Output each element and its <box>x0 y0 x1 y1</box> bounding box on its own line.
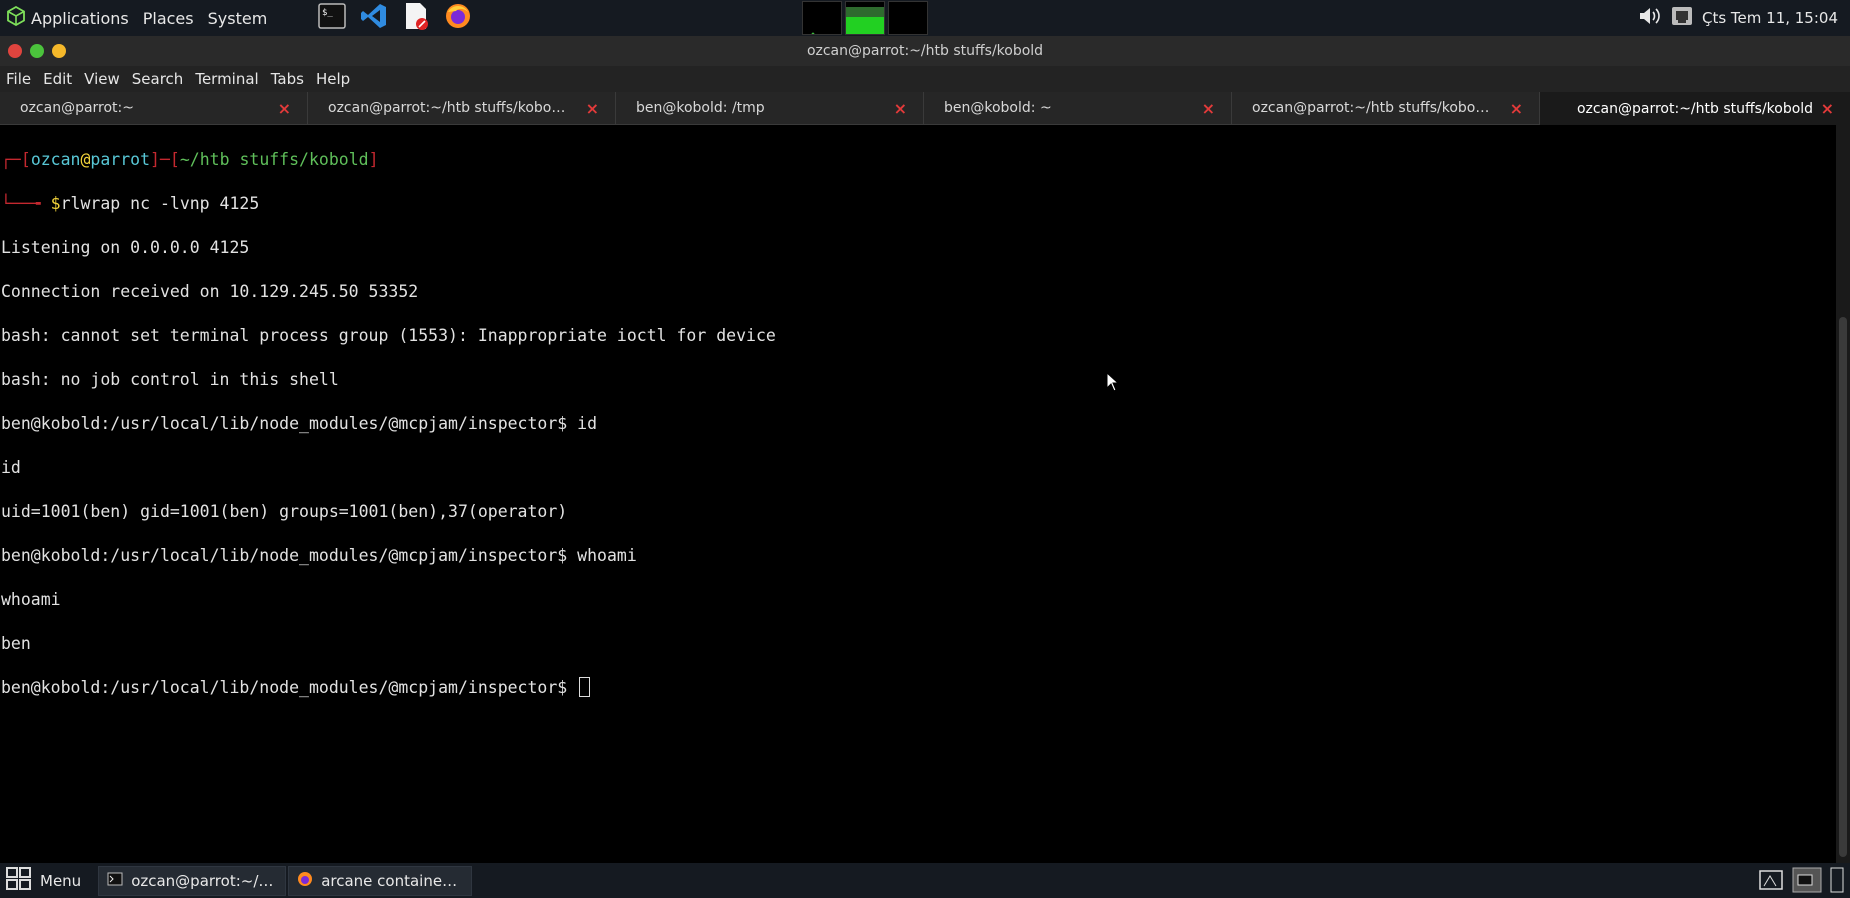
workspace-switcher-icon[interactable] <box>1758 868 1784 896</box>
output-line: ben <box>1 634 31 653</box>
menu-tabs[interactable]: Tabs <box>265 70 310 88</box>
svg-text:$_: $_ <box>322 8 333 18</box>
prompt-end: ] <box>368 150 379 169</box>
task-label: arcane container defa… <box>321 871 463 890</box>
output-line: bash: cannot set terminal process group … <box>1 326 776 345</box>
vscode-icon <box>360 2 388 34</box>
volume-icon[interactable] <box>1638 5 1662 31</box>
output-line: uid=1001(ben) gid=1001(ben) groups=1001(… <box>1 502 568 521</box>
parrot-cube-icon <box>7 5 25 30</box>
menu-file[interactable]: File <box>0 70 37 88</box>
close-tab-icon[interactable]: × <box>1202 99 1215 118</box>
output-line: whoami <box>1 590 61 609</box>
prompt-at: @ <box>80 150 91 169</box>
tab-4[interactable]: ben@kobold: ~ × <box>924 92 1232 125</box>
tab-label: ben@kobold: ~ <box>944 100 1052 116</box>
current-prompt: ben@kobold:/usr/local/lib/node_modules/@… <box>1 678 578 697</box>
firefox-icon <box>444 2 472 34</box>
prompt-line-bottom: └──╼ $rlwrap nc -lvnp 4125 <box>0 193 1836 215</box>
prompt-corner: ┌─[ <box>1 150 31 169</box>
text-editor-icon <box>403 2 429 34</box>
terminal-launcher[interactable]: $_ <box>316 2 348 34</box>
bottom-panel: Menu ozcan@parrot:~/htb s… arcane contai… <box>0 863 1850 898</box>
window-titlebar[interactable]: ozcan@parrot:~/htb stuffs/kobold <box>0 36 1850 66</box>
prompt-host: parrot <box>90 150 151 169</box>
main-menu-button[interactable]: Menu <box>0 863 88 898</box>
taskbar-item-terminal[interactable]: ozcan@parrot:~/htb s… <box>98 865 287 896</box>
system-menu[interactable]: System <box>201 0 275 36</box>
text-cursor <box>579 677 591 697</box>
clock[interactable]: Çts Tem 11, 15:04 <box>1702 9 1838 27</box>
tab-2[interactable]: ozcan@parrot:~/htb stuffs/kobold/… × <box>308 92 616 125</box>
close-tab-icon[interactable]: × <box>586 99 599 118</box>
tab-label: ozcan@parrot:~/htb stuffs/kobold <box>1576 100 1814 117</box>
scrollbar-thumb[interactable] <box>1839 317 1847 857</box>
tab-3[interactable]: ben@kobold: /tmp × <box>616 92 924 125</box>
terminal-scrollbar[interactable] <box>1836 125 1850 863</box>
tab-1[interactable]: ozcan@parrot:~ × <box>0 92 308 125</box>
places-menu[interactable]: Places <box>136 0 201 36</box>
menu-terminal[interactable]: Terminal <box>189 70 264 88</box>
tab-label: ozcan@parrot:~/htb stuffs/kobold/… <box>328 100 568 116</box>
network-wired-icon[interactable] <box>1670 4 1694 32</box>
menubar: File Edit View Search Terminal Tabs Help <box>0 66 1850 92</box>
task-label: ozcan@parrot:~/htb s… <box>131 871 278 890</box>
menu-label: Menu <box>40 871 82 890</box>
menu-help[interactable]: Help <box>310 70 356 88</box>
cpu-graph <box>802 1 842 35</box>
close-tab-icon[interactable]: × <box>1821 99 1834 118</box>
taskbar-item-firefox[interactable]: arcane container defa… <box>288 865 473 896</box>
memory-graph <box>845 1 885 35</box>
output-line: ben@kobold:/usr/local/lib/node_modules/@… <box>1 414 598 433</box>
output-line: id <box>1 458 21 477</box>
menu-search[interactable]: Search <box>126 70 190 88</box>
menu-view[interactable]: View <box>78 70 126 88</box>
top-panel: Applications Places System $_ Çts Tem 11… <box>0 0 1850 36</box>
prompt-separator: ]─[ <box>150 150 180 169</box>
places-label: Places <box>142 8 194 28</box>
prompt-path: ~/htb stuffs/kobold <box>179 150 369 169</box>
tab-6-active[interactable]: ozcan@parrot:~/htb stuffs/kobold × <box>1540 92 1850 125</box>
output-line: ben@kobold:/usr/local/lib/node_modules/@… <box>1 546 637 565</box>
terminal-output[interactable]: ┌─[ozcan@parrot]─[~/htb stuffs/kobold] └… <box>0 125 1836 863</box>
system-monitor[interactable] <box>802 1 928 35</box>
firefox-icon <box>297 871 313 891</box>
terminal-icon <box>107 872 123 890</box>
close-tab-icon[interactable]: × <box>278 99 291 118</box>
output-line: bash: no job control in this shell <box>1 370 339 389</box>
workspace-2-icon[interactable] <box>1830 867 1844 897</box>
window-title: ozcan@parrot:~/htb stuffs/kobold <box>806 43 1044 59</box>
applications-label: Applications <box>31 8 129 28</box>
prompt-corner-bottom: └──╼ <box>1 194 51 213</box>
current-prompt-line: ben@kobold:/usr/local/lib/node_modules/@… <box>0 677 1836 699</box>
firefox-launcher[interactable] <box>442 2 474 34</box>
command-text: rlwrap nc -lvnp 4125 <box>60 194 260 213</box>
close-tab-icon[interactable]: × <box>894 99 907 118</box>
close-tab-icon[interactable]: × <box>1510 99 1523 118</box>
output-line: Connection received on 10.129.245.50 533… <box>1 282 419 301</box>
tab-label: ben@kobold: /tmp <box>636 100 765 116</box>
workspace-1-icon[interactable] <box>1792 867 1822 897</box>
prompt-line-top: ┌─[ozcan@parrot]─[~/htb stuffs/kobold] <box>0 149 1836 171</box>
system-label: System <box>207 8 268 28</box>
tab-5[interactable]: ozcan@parrot:~/htb stuffs/kobold/… × <box>1232 92 1540 125</box>
terminal-icon: $_ <box>318 3 347 33</box>
tab-label: ozcan@parrot:~ <box>20 100 134 116</box>
output-line: Listening on 0.0.0.0 4125 <box>1 238 250 257</box>
applications-menu[interactable]: Applications <box>0 0 136 36</box>
menu-edit[interactable]: Edit <box>37 70 78 88</box>
vscode-launcher[interactable] <box>358 2 390 34</box>
mouse-pointer-icon <box>1106 371 1120 396</box>
grid-menu-icon <box>6 866 32 895</box>
prompt-user: ozcan <box>30 150 81 169</box>
tab-bar: ozcan@parrot:~ × ozcan@parrot:~/htb stuf… <box>0 92 1850 125</box>
prompt-dollar: $ <box>50 194 61 213</box>
tab-label: ozcan@parrot:~/htb stuffs/kobold/… <box>1252 100 1492 116</box>
network-graph <box>888 1 928 35</box>
text-editor-launcher[interactable] <box>400 2 432 34</box>
